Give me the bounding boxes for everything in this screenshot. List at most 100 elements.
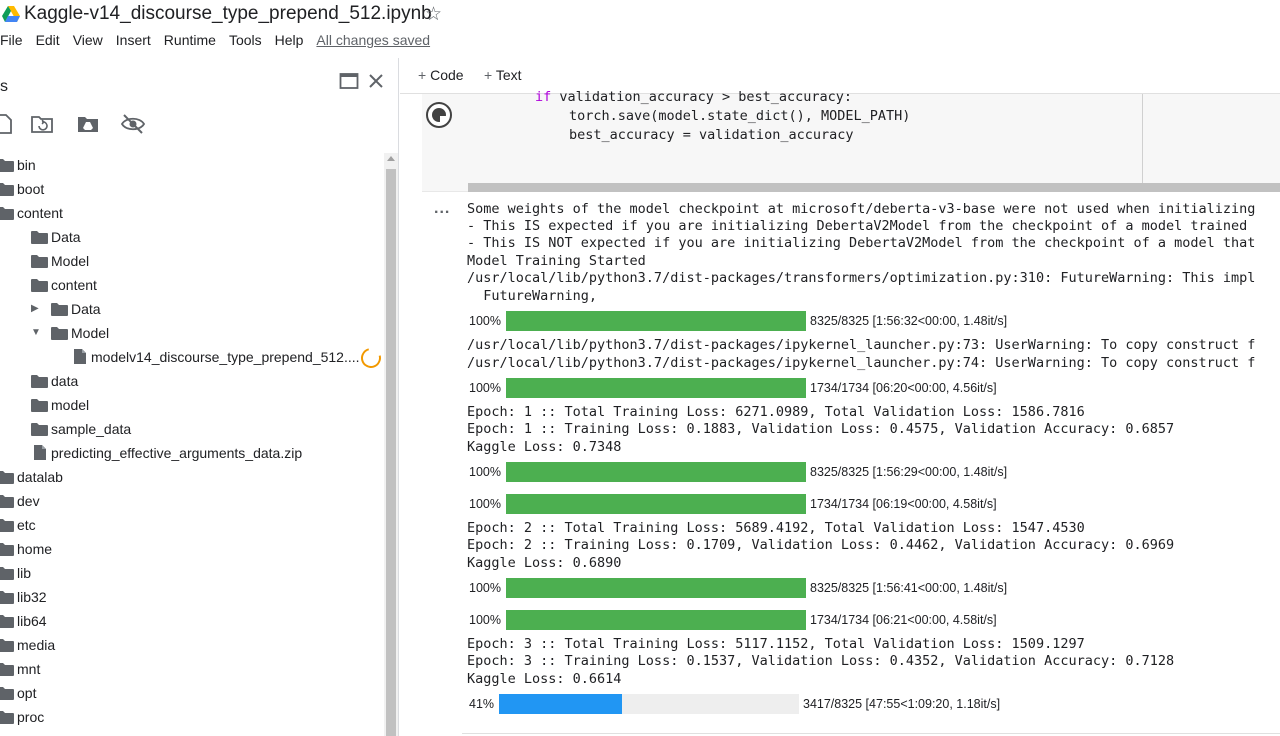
folder-icon [0, 639, 14, 652]
caret-right-icon[interactable]: ▶ [31, 303, 41, 314]
tree-folder-item[interactable]: lib [0, 561, 384, 585]
folder-icon [31, 399, 48, 412]
progress-bar: 100% 8325/8325 [1:56:32<00:00, 1.48it/s] [467, 311, 1280, 331]
tree-folder-item[interactable]: content [0, 273, 384, 297]
progress-bar: 100% 8325/8325 [1:56:29<00:00, 1.48it/s] [467, 462, 1280, 482]
progress-track [506, 378, 806, 398]
tree-folder-item[interactable]: proc [0, 705, 384, 729]
caret-down-icon[interactable]: ▼ [31, 327, 41, 338]
output-line: Epoch: 2 :: Training Loss: 0.1709, Valid… [467, 537, 1175, 553]
open-in-tab-icon[interactable] [339, 72, 359, 90]
output-line: Epoch: 2 :: Total Training Loss: 5689.41… [467, 520, 1085, 536]
tree-folder-item[interactable]: ▼ Model [0, 321, 384, 345]
refresh-folder-icon[interactable] [30, 113, 54, 135]
stop-execution-button[interactable] [426, 102, 452, 128]
menu-tools[interactable]: Tools [229, 32, 262, 52]
tree-folder-item[interactable]: data [0, 369, 384, 393]
scrollbar-thumb[interactable] [386, 169, 396, 736]
tree-folder-item[interactable]: mnt [0, 657, 384, 681]
mount-drive-icon[interactable] [76, 113, 100, 135]
tree-folder-item[interactable]: lib64 [0, 609, 384, 633]
progress-fill [499, 694, 622, 714]
tree-folder-item[interactable]: dev [0, 489, 384, 513]
progress-stats: 8325/8325 [1:56:29<00:00, 1.48it/s] [810, 465, 1008, 479]
progress-stats: 1734/1734 [06:19<00:00, 4.58it/s] [810, 497, 997, 511]
app-header: Kaggle-v14_discourse_type_prepend_512.ip… [0, 0, 1280, 58]
tree-folder-item[interactable]: lib32 [0, 585, 384, 609]
code-text: validation_accuracy > best_accuracy: [551, 89, 852, 105]
progress-track [506, 311, 806, 331]
code-line-3[interactable]: best_accuracy = validation_accuracy [569, 127, 853, 143]
folder-icon [31, 255, 48, 268]
tree-folder-item[interactable]: etc [0, 513, 384, 537]
menu-bar: File Edit View Insert Runtime Tools Help… [0, 32, 443, 52]
folder-icon [0, 687, 14, 700]
add-text-cell-button[interactable]: + Text [484, 67, 522, 83]
tree-folder-item[interactable]: sample_data [0, 417, 384, 441]
file-icon [74, 349, 86, 364]
menu-edit[interactable]: Edit [36, 32, 60, 52]
output-line: Kaggle Loss: 0.6890 [467, 555, 622, 571]
scroll-up-arrow-icon[interactable] [387, 156, 395, 161]
folder-icon [0, 183, 14, 196]
tree-folder-item[interactable]: ▶ Data [0, 297, 384, 321]
tree-folder-item[interactable]: datalab [0, 465, 384, 489]
output-line: - This IS NOT expected if you are initia… [467, 235, 1256, 251]
menu-runtime[interactable]: Runtime [164, 32, 216, 52]
menu-insert[interactable]: Insert [116, 32, 151, 52]
tree-item-label: lib [17, 565, 32, 581]
code-horizontal-scrollbar[interactable] [468, 183, 1280, 192]
tree-folder-item[interactable]: boot [0, 177, 384, 201]
progress-fill [506, 494, 806, 514]
tree-folder-item[interactable]: Data [0, 225, 384, 249]
output-line: Epoch: 1 :: Training Loss: 0.1883, Valid… [467, 421, 1175, 437]
upload-file-icon[interactable] [0, 113, 16, 135]
output-line: FutureWarning, [467, 288, 598, 304]
output-line: /usr/local/lib/python3.7/dist-packages/t… [467, 270, 1256, 286]
menu-file[interactable]: File [0, 32, 23, 52]
file-tree-scrollbar[interactable] [384, 153, 398, 736]
menu-view[interactable]: View [73, 32, 103, 52]
tree-item-label: Data [71, 301, 101, 317]
tree-item-label: sample_data [51, 421, 132, 437]
notebook-title[interactable]: Kaggle-v14_discourse_type_prepend_512.ip… [24, 3, 432, 25]
code-line-1[interactable]: if validation_accuracy > best_accuracy: [535, 89, 852, 105]
tree-file-item[interactable]: predicting_effective_arguments_data.zip [0, 441, 384, 465]
tree-file-item[interactable]: modelv14_discourse_type_prepend_512.... [0, 345, 384, 369]
tree-item-label: predicting_effective_arguments_data.zip [51, 445, 303, 461]
tree-item-label: home [17, 541, 53, 557]
cell-divider [462, 733, 1280, 734]
output-actions-menu-icon[interactable]: ... [434, 200, 450, 218]
tree-folder-item[interactable]: bin [0, 153, 384, 177]
folder-icon [0, 615, 14, 628]
output-line: /usr/local/lib/python3.7/dist-packages/i… [467, 337, 1256, 353]
folder-icon [31, 231, 48, 244]
tree-folder-item[interactable]: home [0, 537, 384, 561]
google-drive-icon[interactable] [2, 6, 20, 22]
files-panel: s bin boot content Data Model content ▶ Data ▼ Mo… [0, 58, 399, 736]
tree-folder-item[interactable]: Model [0, 249, 384, 273]
output-line: Epoch: 3 :: Total Training Loss: 5117.11… [467, 636, 1085, 652]
output-line: Epoch: 1 :: Total Training Loss: 6271.09… [467, 404, 1085, 420]
tree-item-label: lib64 [17, 613, 47, 629]
tree-folder-item[interactable]: media [0, 633, 384, 657]
progress-stats: 8325/8325 [1:56:41<00:00, 1.48it/s] [810, 581, 1008, 595]
code-line-2[interactable]: torch.save(model.state_dict(), MODEL_PAT… [569, 108, 910, 124]
output-line: Some weights of the model checkpoint at … [467, 201, 1256, 217]
output-line: /usr/local/lib/python3.7/dist-packages/i… [467, 355, 1256, 371]
add-code-label: Code [430, 67, 464, 83]
menu-help[interactable]: Help [275, 32, 304, 52]
tree-folder-item[interactable]: opt [0, 681, 384, 705]
add-code-cell-button[interactable]: + Code [418, 67, 464, 83]
hide-hidden-files-icon[interactable] [121, 113, 145, 135]
folder-icon [0, 711, 14, 724]
tree-folder-item[interactable]: model [0, 393, 384, 417]
star-icon[interactable]: ☆ [425, 3, 442, 26]
save-status-link[interactable]: All changes saved [316, 32, 430, 52]
close-icon[interactable] [367, 72, 385, 90]
tree-folder-item[interactable]: content [0, 201, 384, 225]
output-line: - This IS expected if you are initializi… [467, 218, 1248, 234]
folder-icon [0, 159, 14, 172]
progress-percent: 100% [469, 465, 501, 479]
folder-icon [0, 471, 14, 484]
